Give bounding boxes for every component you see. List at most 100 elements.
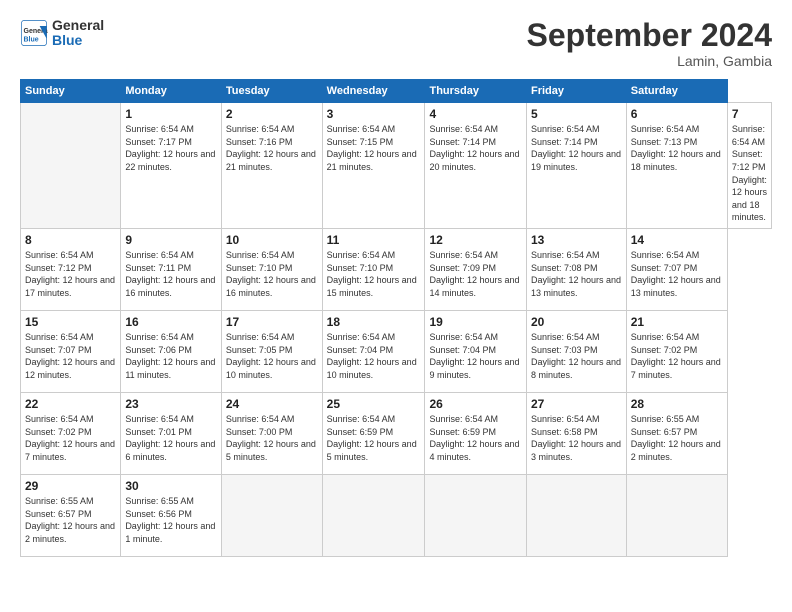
day-cell-14: 14 Sunrise: 6:54 AMSunset: 7:07 PMDaylig… bbox=[626, 228, 727, 310]
location: Lamin, Gambia bbox=[527, 53, 772, 69]
day-cell-9: 9 Sunrise: 6:54 AMSunset: 7:11 PMDayligh… bbox=[121, 228, 222, 310]
day-cell-29: 29 Sunrise: 6:55 AMSunset: 6:57 PMDaylig… bbox=[21, 474, 121, 556]
day-number: 5 bbox=[531, 107, 622, 121]
weekday-header-sunday: Sunday bbox=[21, 80, 121, 103]
day-cell-27: 27 Sunrise: 6:54 AMSunset: 6:58 PMDaylig… bbox=[526, 392, 626, 474]
day-number: 15 bbox=[25, 315, 116, 329]
weekday-header-tuesday: Tuesday bbox=[221, 80, 322, 103]
day-number: 16 bbox=[125, 315, 217, 329]
day-info: Sunrise: 6:54 AMSunset: 7:16 PMDaylight:… bbox=[226, 124, 316, 172]
day-cell-8: 8 Sunrise: 6:54 AMSunset: 7:12 PMDayligh… bbox=[21, 228, 121, 310]
calendar-body: 1 Sunrise: 6:54 AMSunset: 7:17 PMDayligh… bbox=[21, 103, 772, 557]
day-info: Sunrise: 6:54 AMSunset: 7:15 PMDaylight:… bbox=[327, 124, 417, 172]
weekday-header-friday: Friday bbox=[526, 80, 626, 103]
day-cell-19: 19 Sunrise: 6:54 AMSunset: 7:04 PMDaylig… bbox=[425, 310, 526, 392]
day-info: Sunrise: 6:54 AMSunset: 7:11 PMDaylight:… bbox=[125, 250, 215, 298]
day-info: Sunrise: 6:54 AMSunset: 7:05 PMDaylight:… bbox=[226, 332, 316, 380]
day-number: 19 bbox=[429, 315, 521, 329]
day-cell-23: 23 Sunrise: 6:54 AMSunset: 7:01 PMDaylig… bbox=[121, 392, 222, 474]
day-number: 24 bbox=[226, 397, 318, 411]
day-number: 9 bbox=[125, 233, 217, 247]
logo-icon: General Blue bbox=[20, 19, 48, 47]
day-info: Sunrise: 6:54 AMSunset: 6:59 PMDaylight:… bbox=[327, 414, 417, 462]
day-info: Sunrise: 6:54 AMSunset: 6:58 PMDaylight:… bbox=[531, 414, 621, 462]
day-info: Sunrise: 6:54 AMSunset: 7:04 PMDaylight:… bbox=[429, 332, 519, 380]
day-cell-21: 21 Sunrise: 6:54 AMSunset: 7:02 PMDaylig… bbox=[626, 310, 727, 392]
page: General Blue General Blue September 2024… bbox=[0, 0, 792, 612]
day-number: 20 bbox=[531, 315, 622, 329]
empty-cell bbox=[425, 474, 526, 556]
weekday-header-saturday: Saturday bbox=[626, 80, 727, 103]
weekday-header-monday: Monday bbox=[121, 80, 222, 103]
day-number: 22 bbox=[25, 397, 116, 411]
day-cell-22: 22 Sunrise: 6:54 AMSunset: 7:02 PMDaylig… bbox=[21, 392, 121, 474]
day-cell-11: 11 Sunrise: 6:54 AMSunset: 7:10 PMDaylig… bbox=[322, 228, 425, 310]
day-info: Sunrise: 6:54 AMSunset: 7:09 PMDaylight:… bbox=[429, 250, 519, 298]
empty-cell bbox=[221, 474, 322, 556]
month-title: September 2024 bbox=[527, 18, 772, 53]
weekday-header-wednesday: Wednesday bbox=[322, 80, 425, 103]
day-number: 18 bbox=[327, 315, 421, 329]
day-cell-25: 25 Sunrise: 6:54 AMSunset: 6:59 PMDaylig… bbox=[322, 392, 425, 474]
day-info: Sunrise: 6:54 AMSunset: 7:12 PMDaylight:… bbox=[732, 124, 767, 222]
day-cell-16: 16 Sunrise: 6:54 AMSunset: 7:06 PMDaylig… bbox=[121, 310, 222, 392]
day-number: 17 bbox=[226, 315, 318, 329]
day-number: 1 bbox=[125, 107, 217, 121]
day-number: 23 bbox=[125, 397, 217, 411]
empty-cell bbox=[322, 474, 425, 556]
day-info: Sunrise: 6:54 AMSunset: 7:13 PMDaylight:… bbox=[631, 124, 721, 172]
logo-general-text: General bbox=[52, 18, 104, 33]
day-number: 14 bbox=[631, 233, 723, 247]
day-number: 29 bbox=[25, 479, 116, 493]
day-info: Sunrise: 6:54 AMSunset: 7:03 PMDaylight:… bbox=[531, 332, 621, 380]
day-cell-2: 2 Sunrise: 6:54 AMSunset: 7:16 PMDayligh… bbox=[221, 103, 322, 229]
day-cell-20: 20 Sunrise: 6:54 AMSunset: 7:03 PMDaylig… bbox=[526, 310, 626, 392]
day-number: 12 bbox=[429, 233, 521, 247]
day-cell-24: 24 Sunrise: 6:54 AMSunset: 7:00 PMDaylig… bbox=[221, 392, 322, 474]
empty-cell bbox=[526, 474, 626, 556]
day-cell-30: 30 Sunrise: 6:55 AMSunset: 6:56 PMDaylig… bbox=[121, 474, 222, 556]
day-info: Sunrise: 6:54 AMSunset: 7:07 PMDaylight:… bbox=[631, 250, 721, 298]
day-number: 21 bbox=[631, 315, 723, 329]
day-info: Sunrise: 6:55 AMSunset: 6:57 PMDaylight:… bbox=[25, 496, 115, 544]
day-cell-17: 17 Sunrise: 6:54 AMSunset: 7:05 PMDaylig… bbox=[221, 310, 322, 392]
day-cell-26: 26 Sunrise: 6:54 AMSunset: 6:59 PMDaylig… bbox=[425, 392, 526, 474]
day-info: Sunrise: 6:55 AMSunset: 6:57 PMDaylight:… bbox=[631, 414, 721, 462]
empty-cell bbox=[21, 103, 121, 229]
day-number: 6 bbox=[631, 107, 723, 121]
day-cell-13: 13 Sunrise: 6:54 AMSunset: 7:08 PMDaylig… bbox=[526, 228, 626, 310]
title-block: September 2024 Lamin, Gambia bbox=[527, 18, 772, 69]
day-info: Sunrise: 6:54 AMSunset: 7:06 PMDaylight:… bbox=[125, 332, 215, 380]
svg-text:Blue: Blue bbox=[24, 37, 39, 44]
week-row-4: 22 Sunrise: 6:54 AMSunset: 7:02 PMDaylig… bbox=[21, 392, 772, 474]
day-cell-5: 5 Sunrise: 6:54 AMSunset: 7:14 PMDayligh… bbox=[526, 103, 626, 229]
day-info: Sunrise: 6:55 AMSunset: 6:56 PMDaylight:… bbox=[125, 496, 215, 544]
day-cell-10: 10 Sunrise: 6:54 AMSunset: 7:10 PMDaylig… bbox=[221, 228, 322, 310]
day-info: Sunrise: 6:54 AMSunset: 7:14 PMDaylight:… bbox=[531, 124, 621, 172]
day-info: Sunrise: 6:54 AMSunset: 7:00 PMDaylight:… bbox=[226, 414, 316, 462]
day-info: Sunrise: 6:54 AMSunset: 6:59 PMDaylight:… bbox=[429, 414, 519, 462]
logo-blue-text: Blue bbox=[52, 33, 104, 48]
day-cell-3: 3 Sunrise: 6:54 AMSunset: 7:15 PMDayligh… bbox=[322, 103, 425, 229]
day-number: 30 bbox=[125, 479, 217, 493]
day-number: 26 bbox=[429, 397, 521, 411]
day-number: 28 bbox=[631, 397, 723, 411]
calendar-header-row: SundayMondayTuesdayWednesdayThursdayFrid… bbox=[21, 80, 772, 103]
day-number: 10 bbox=[226, 233, 318, 247]
logo: General Blue General Blue bbox=[20, 18, 104, 49]
day-cell-1: 1 Sunrise: 6:54 AMSunset: 7:17 PMDayligh… bbox=[121, 103, 222, 229]
day-info: Sunrise: 6:54 AMSunset: 7:02 PMDaylight:… bbox=[25, 414, 115, 462]
day-number: 25 bbox=[327, 397, 421, 411]
day-info: Sunrise: 6:54 AMSunset: 7:17 PMDaylight:… bbox=[125, 124, 215, 172]
day-number: 3 bbox=[327, 107, 421, 121]
day-cell-18: 18 Sunrise: 6:54 AMSunset: 7:04 PMDaylig… bbox=[322, 310, 425, 392]
day-number: 7 bbox=[732, 107, 767, 121]
header: General Blue General Blue September 2024… bbox=[20, 18, 772, 69]
week-row-2: 8 Sunrise: 6:54 AMSunset: 7:12 PMDayligh… bbox=[21, 228, 772, 310]
day-cell-12: 12 Sunrise: 6:54 AMSunset: 7:09 PMDaylig… bbox=[425, 228, 526, 310]
day-info: Sunrise: 6:54 AMSunset: 7:01 PMDaylight:… bbox=[125, 414, 215, 462]
day-info: Sunrise: 6:54 AMSunset: 7:07 PMDaylight:… bbox=[25, 332, 115, 380]
week-row-1: 1 Sunrise: 6:54 AMSunset: 7:17 PMDayligh… bbox=[21, 103, 772, 229]
week-row-5: 29 Sunrise: 6:55 AMSunset: 6:57 PMDaylig… bbox=[21, 474, 772, 556]
empty-cell bbox=[626, 474, 727, 556]
